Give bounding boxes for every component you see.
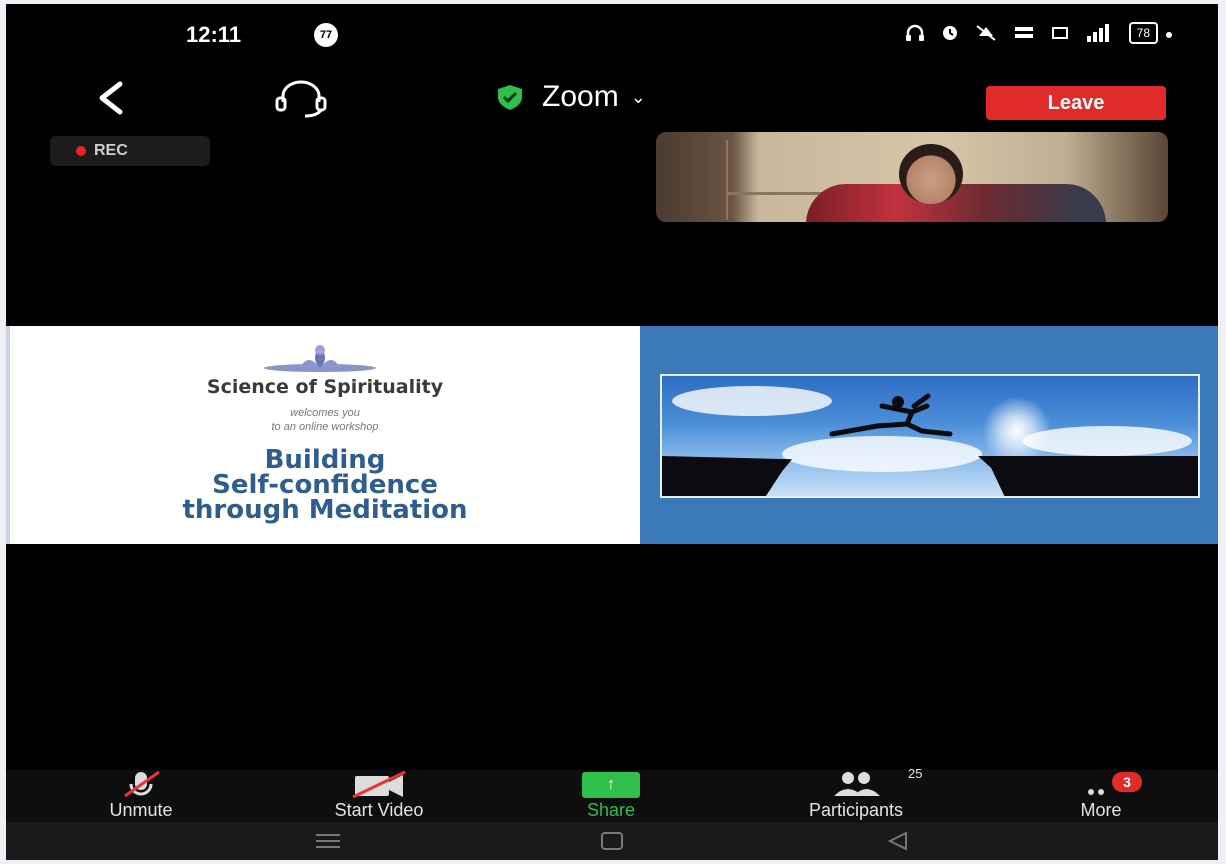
leave-button[interactable]: Leave <box>986 86 1166 120</box>
zoom-meeting-screen: 12:11 77 78 Zoom ⌄ Leave REC Science of … <box>6 4 1218 860</box>
more-notification-badge: 3 <box>1112 772 1142 792</box>
system-navigation-bar <box>6 822 1218 860</box>
back-arrow-icon <box>99 81 123 115</box>
record-dot-icon <box>76 146 86 156</box>
recording-indicator: REC <box>50 136 210 166</box>
alarm-icon <box>942 26 957 40</box>
status-icons: 78 <box>905 22 1158 44</box>
unmute-label: Unmute <box>109 800 173 820</box>
chevron-down-icon: ⌄ <box>630 86 646 107</box>
recording-label: REC <box>94 142 128 159</box>
headphones-icon <box>905 24 924 41</box>
welcome-line-1: welcomes you <box>290 407 360 419</box>
home-button[interactable] <box>592 828 632 854</box>
participants-label: Participants <box>808 800 904 820</box>
mute-notifications-icon <box>976 25 996 41</box>
share-button[interactable]: ↑ Share <box>556 770 666 822</box>
audio-button[interactable] <box>261 78 341 118</box>
share-arrow-icon: ↑ <box>582 772 640 798</box>
back-triangle-icon <box>887 831 907 851</box>
right-cliff <box>978 456 1198 496</box>
menu-lines-icon <box>316 834 340 848</box>
start-video-label: Start Video <box>334 800 424 820</box>
organization-name: Science of Spirituality <box>206 376 444 398</box>
meeting-title[interactable]: Zoom ⌄ <box>494 80 646 114</box>
mic-muted-icon <box>124 770 160 798</box>
welcome-text: welcomes you to an online workshop <box>10 406 640 434</box>
meeting-title-label: Zoom <box>542 80 619 113</box>
slide-text-panel: Science of Spirituality welcomes you to … <box>6 326 640 544</box>
background-shelf <box>726 140 728 220</box>
back-button[interactable] <box>92 78 132 118</box>
workshop-title: Building Self-confidence through Meditat… <box>10 447 640 525</box>
people-icon <box>834 772 880 796</box>
status-dot <box>1166 32 1172 38</box>
share-label: Share <box>586 800 636 820</box>
video-off-icon <box>352 770 406 798</box>
more-button[interactable]: 3 More <box>1046 770 1156 822</box>
status-time: 12:11 <box>186 22 242 47</box>
meeting-toolbar: Unmute Start Video ↑ Share 25 Participan… <box>6 766 1218 822</box>
signal-icon <box>1086 24 1109 42</box>
lotus-logo <box>264 345 376 372</box>
participant-video-thumbnail[interactable] <box>656 132 1168 222</box>
more-label: More <box>1080 800 1122 820</box>
network-speed-icon <box>1014 27 1033 38</box>
volte-icon <box>1051 27 1068 39</box>
status-bar: 12:11 77 78 <box>6 4 1218 64</box>
shield-check-icon <box>498 85 522 110</box>
welcome-line-2: to an online workshop <box>271 421 379 433</box>
participant-head <box>899 144 963 204</box>
back-nav-button[interactable] <box>878 828 918 854</box>
recent-apps-button[interactable] <box>308 828 348 854</box>
slide-image-panel <box>640 326 1218 544</box>
unmute-button[interactable]: Unmute <box>66 770 216 822</box>
meeting-top-bar: Zoom ⌄ Leave <box>6 66 1218 130</box>
notification-count-badge: 77 <box>314 23 338 47</box>
headset-icon <box>275 80 327 118</box>
start-video-button[interactable]: Start Video <box>284 770 474 822</box>
cliff-jump-photo <box>660 374 1200 498</box>
home-square-icon <box>601 832 623 850</box>
battery-indicator: 78 <box>1128 22 1158 44</box>
workshop-title-line-3: through Meditation <box>182 495 468 525</box>
participants-count: 25 <box>908 766 923 781</box>
participants-button[interactable]: 25 Participants <box>756 766 956 822</box>
shared-screen: Science of Spirituality welcomes you to … <box>6 326 1218 544</box>
